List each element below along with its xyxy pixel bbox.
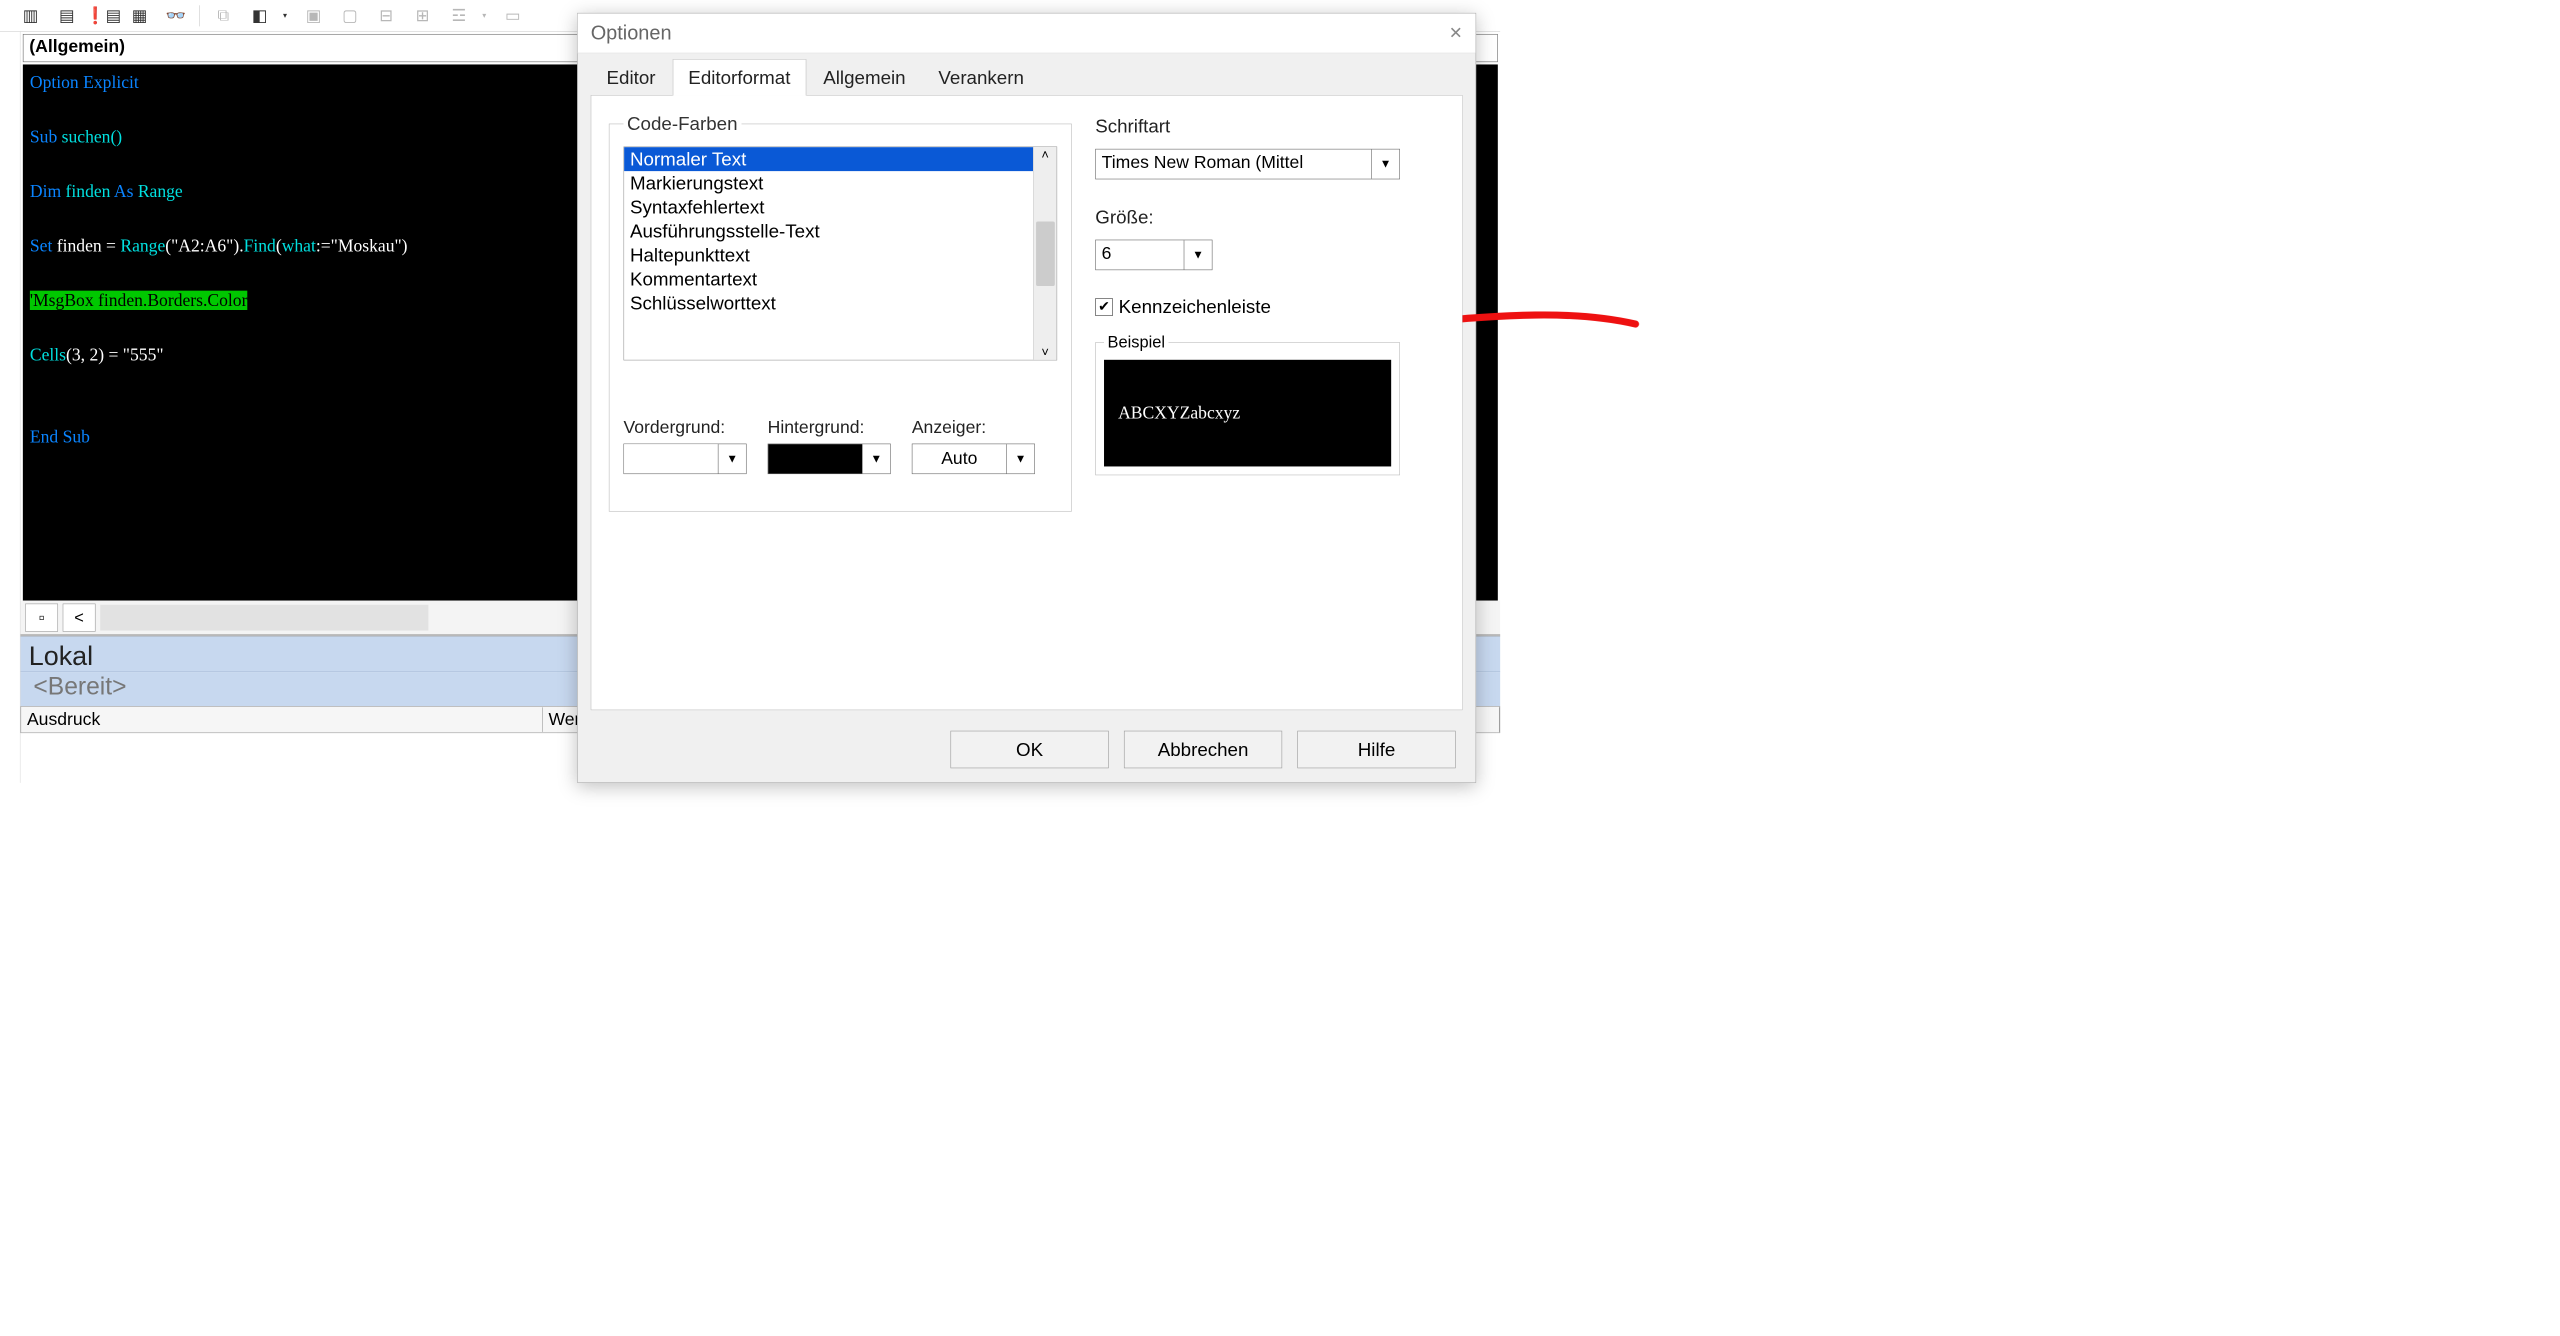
list-item[interactable]: Kommentartext: [624, 267, 1033, 291]
list-item[interactable]: Schlüsselworttext: [624, 291, 1033, 315]
toolbar-dropdown-arrow[interactable]: [283, 10, 290, 21]
indicator-dropdown[interactable]: Auto ▼: [912, 444, 1035, 474]
indicator-value: Auto: [912, 444, 1006, 473]
highlighted-comment: 'MsgBox finden.Borders.Color: [30, 291, 248, 310]
toolbar-button[interactable]: ❗▤: [90, 3, 116, 29]
list-item[interactable]: Haltepunkttext: [624, 243, 1033, 267]
send-back-icon: ▢: [337, 3, 363, 29]
font-settings-column: Schriftart Times New Roman (Mittel ▼ Grö…: [1095, 113, 1444, 692]
margin-indicator-checkbox[interactable]: ✔ Kennzeichenleiste: [1095, 296, 1444, 318]
font-dropdown-value: Times New Roman (Mittel: [1096, 149, 1371, 178]
scroll-up-icon[interactable]: ˄: [1041, 147, 1049, 162]
keyword: Option: [30, 73, 79, 92]
checkbox-label: Kennzeichenleiste: [1119, 296, 1271, 318]
dialog-tabs: Editor Editorformat Allgemein Verankern: [591, 59, 1463, 95]
keyword: Set: [30, 236, 52, 255]
watch-icon[interactable]: 👓: [163, 3, 189, 29]
foreground-label: Vordergrund:: [624, 418, 747, 438]
ok-button[interactable]: OK: [950, 731, 1108, 769]
options-dialog: Optionen ✕ Editor Editorformat Allgemein…: [577, 13, 1476, 783]
sample-legend: Beispiel: [1104, 333, 1168, 352]
locals-col-expression[interactable]: Ausdruck: [21, 707, 543, 732]
toolbar-button[interactable]: ▥: [18, 3, 44, 29]
sheet-tab-left[interactable]: ▫: [25, 603, 58, 631]
sample-preview: ABCXYZabcxyz: [1104, 360, 1391, 467]
keyword: As: [114, 182, 134, 201]
toolbar-button[interactable]: ◧: [247, 3, 273, 29]
tab-editor[interactable]: Editor: [591, 59, 672, 95]
identifier: Range: [120, 236, 165, 255]
tab-docking[interactable]: Verankern: [923, 59, 1040, 95]
dialog-titlebar[interactable]: Optionen ✕: [578, 13, 1476, 53]
scroll-thumb[interactable]: [1036, 221, 1055, 285]
scroll-down-icon[interactable]: ˅: [1041, 345, 1049, 360]
chevron-down-icon[interactable]: ▼: [1006, 444, 1034, 473]
listbox-items[interactable]: Normaler Text Markierungstext Syntaxfehl…: [624, 147, 1033, 360]
list-item[interactable]: Markierungstext: [624, 171, 1033, 195]
tab-editorformat[interactable]: Editorformat: [672, 59, 806, 95]
list-item[interactable]: Ausführungsstelle-Text: [624, 219, 1033, 243]
foreground-dropdown[interactable]: ▼: [624, 444, 747, 474]
code-colors-listbox[interactable]: Normaler Text Markierungstext Syntaxfehl…: [624, 147, 1058, 361]
code-colors-legend: Code-Farben: [624, 113, 742, 135]
dialog-tabpage: Code-Farben Normaler Text Markierungstex…: [591, 95, 1463, 710]
chevron-down-icon[interactable]: ▼: [1371, 149, 1399, 178]
project-explorer-strip: [0, 32, 21, 783]
sheet-tab-scroll[interactable]: [100, 604, 428, 630]
identifier: Cells: [30, 345, 66, 364]
keyword: Dim: [30, 182, 61, 201]
align-icon: ⊟: [373, 3, 399, 29]
align-icon: ⊞: [410, 3, 436, 29]
align-icon: ☲: [446, 3, 472, 29]
dialog-button-row: OK Abbrechen Hilfe: [950, 731, 1455, 769]
listbox-scrollbar[interactable]: ˄ ˅: [1033, 147, 1056, 360]
background-dropdown[interactable]: ▼: [768, 444, 891, 474]
toolbar-button[interactable]: ▤: [54, 3, 80, 29]
dialog-body: Editor Editorformat Allgemein Verankern …: [578, 53, 1476, 782]
list-item[interactable]: Normaler Text: [624, 147, 1033, 171]
code-text: ("A2:A6").: [165, 236, 243, 255]
toolbar-button[interactable]: ▦: [127, 3, 153, 29]
cancel-button[interactable]: Abbrechen: [1124, 731, 1282, 769]
keyword: Sub: [30, 127, 57, 146]
toolbar-button: ▭: [500, 3, 526, 29]
sample-group: Beispiel ABCXYZabcxyz: [1095, 333, 1400, 475]
list-item[interactable]: Syntaxfehlertext: [624, 195, 1033, 219]
chevron-down-icon[interactable]: ▼: [718, 444, 746, 473]
code-text: finden =: [57, 236, 121, 255]
keyword: Sub: [63, 427, 90, 446]
color-picker-row: Vordergrund: ▼ Hintergrund: ▼: [624, 418, 1058, 474]
identifier: Range: [138, 182, 183, 201]
identifier: finden: [66, 182, 111, 201]
code-text: :="Moskau"): [316, 236, 408, 255]
toolbar-dropdown-arrow: [482, 10, 489, 21]
toolbar-separator: [199, 5, 200, 26]
identifier: what: [282, 236, 316, 255]
code-colors-group: Code-Farben Normaler Text Markierungstex…: [609, 113, 1072, 511]
close-icon[interactable]: ✕: [1449, 23, 1463, 42]
size-dropdown[interactable]: 6 ▼: [1095, 240, 1212, 270]
keyword: End: [30, 427, 58, 446]
group-icon: ⧉: [210, 3, 236, 29]
color-swatch-black: [768, 444, 862, 473]
size-dropdown-value: 6: [1096, 240, 1184, 269]
indicator-label: Anzeiger:: [912, 418, 1035, 438]
background-label: Hintergrund:: [768, 418, 891, 438]
dialog-title-text: Optionen: [591, 22, 672, 45]
keyword: Explicit: [83, 73, 139, 92]
font-dropdown[interactable]: Times New Roman (Mittel ▼: [1095, 149, 1400, 179]
tab-general[interactable]: Allgemein: [807, 59, 921, 95]
color-swatch-white: [624, 444, 718, 473]
size-label: Größe:: [1095, 206, 1444, 228]
code-text: (3, 2) = "555": [66, 345, 164, 364]
checkbox-icon[interactable]: ✔: [1095, 298, 1113, 316]
chevron-down-icon[interactable]: ▼: [862, 444, 890, 473]
bring-front-icon: ▣: [301, 3, 327, 29]
help-button[interactable]: Hilfe: [1297, 731, 1455, 769]
chevron-down-icon[interactable]: ▼: [1184, 240, 1212, 269]
sheet-tab-nav[interactable]: <: [63, 603, 96, 631]
font-label: Schriftart: [1095, 115, 1444, 137]
identifier: Find: [244, 236, 276, 255]
identifier: suchen(): [62, 127, 123, 146]
